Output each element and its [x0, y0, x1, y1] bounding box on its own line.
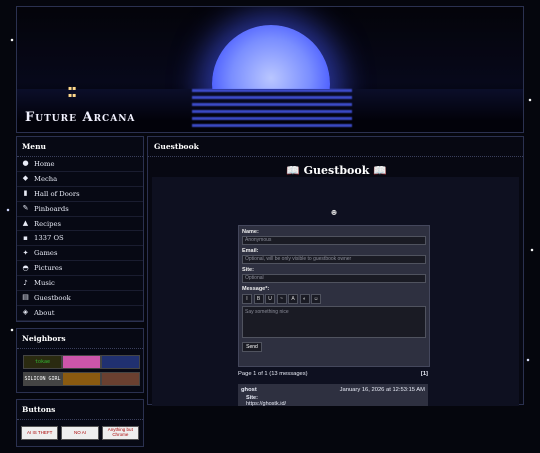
door-icon: ▮: [23, 189, 28, 198]
main-content: Guestbook 📖 Guestbook 📖 ☻ Name: Anonymou…: [147, 136, 524, 407]
menu-item-recipes[interactable]: ▲ Recipes: [17, 217, 143, 232]
button-badge[interactable]: Anything but Chrome: [101, 425, 139, 440]
button-badge[interactable]: NO AI: [61, 425, 99, 440]
guestbook-icon: ▤: [22, 293, 29, 302]
menu-item-games[interactable]: ✦ Games: [17, 246, 143, 262]
format-button[interactable]: U: [265, 294, 275, 304]
neighbor-badge[interactable]: [101, 371, 140, 386]
menu-item-label: Recipes: [34, 219, 61, 228]
menu-item-label: 1337 OS: [34, 234, 64, 243]
email-input[interactable]: Optional, will be only visible to guestb…: [242, 255, 426, 264]
home-icon: ●: [22, 159, 29, 168]
site-header: ▪▪ ▪▪ Future Arcana: [16, 6, 524, 133]
email-label: Email:: [242, 248, 259, 254]
mecha-icon: ◆: [22, 174, 29, 183]
format-button[interactable]: ☺: [311, 294, 321, 304]
menu-item-label: Hall of Doors: [34, 189, 80, 198]
menu-item-about[interactable]: ◈ About: [17, 306, 143, 321]
menu-item-1337-os[interactable]: ▪ 1337 OS: [17, 231, 143, 247]
music-icon: ♪: [23, 278, 28, 287]
menu-list: ● Home ◆ Mecha ▮ Hall of Doors ✎ Pinboards ▲ Reci…: [17, 157, 143, 321]
menu-item-guestbook[interactable]: ▤ Guestbook: [17, 291, 143, 306]
menu-item-label: Mecha: [34, 174, 58, 183]
format-toolbar: I B U ~ A ◐ ☺: [242, 294, 426, 304]
neighbor-badge[interactable]: [62, 371, 101, 386]
menu-item-mecha[interactable]: ◆ Mecha: [17, 172, 143, 187]
about-icon: ◈: [22, 308, 29, 317]
menu-title: Menu: [17, 137, 143, 157]
neighbor-badge[interactable]: tokae: [23, 354, 62, 369]
menu-item-label: About: [34, 308, 55, 317]
buttons-title: Buttons: [17, 400, 143, 420]
button-badge[interactable]: AI IS THEFT: [21, 425, 59, 440]
menu-item-home[interactable]: ● Home: [17, 157, 143, 172]
format-button[interactable]: ◐: [299, 294, 310, 304]
moon-reflection: [192, 89, 352, 129]
format-button[interactable]: B: [253, 294, 264, 304]
guestbook-entry: ghost January 16, 2026 at 12:53:15 AM Si…: [238, 384, 428, 407]
page-link[interactable]: [1]: [421, 371, 428, 377]
name-label: Name:: [242, 229, 259, 235]
guestbook-avatar-icon: ☻: [330, 209, 338, 217]
menu-item-music[interactable]: ♪ Music: [17, 276, 143, 292]
pagination-summary: Page 1 of 1 (13 messages): [238, 371, 308, 377]
site-label: Site:: [242, 267, 254, 273]
neighbors-box: Neighbors tokae SILICON GIRL: [16, 327, 144, 393]
pagination: Page 1 of 1 (13 messages) [1]: [238, 371, 428, 377]
menu-item-hall-of-doors[interactable]: ▮ Hall of Doors: [17, 187, 143, 202]
menu-box: Menu ● Home ◆ Mecha ▮ Hall of Doors ✎ Pinboards…: [16, 136, 144, 322]
ship-lights: ▪▪ ▪▪: [68, 85, 77, 99]
message-label: Message*:: [242, 286, 270, 292]
format-button[interactable]: I: [242, 294, 252, 304]
entry-site-link[interactable]: https://ghostk.id/: [246, 401, 286, 407]
neighbor-badge[interactable]: [101, 354, 140, 369]
page-frame: ▪▪ ▪▪ Future Arcana Menu ● Home ◆ Mecha ▮ Hall…: [16, 6, 524, 447]
buttons-box: Buttons AI IS THEFT NO AI Anything but Chr…: [16, 398, 144, 447]
neighbors-grid: tokae SILICON GIRL: [17, 349, 143, 392]
name-input[interactable]: Anonymous: [242, 236, 426, 245]
games-icon: ✦: [22, 248, 29, 257]
recipe-icon: ▲: [22, 219, 29, 227]
entry-author: ghost: [241, 387, 257, 393]
pictures-icon: ◓: [22, 263, 29, 272]
menu-item-label: Pictures: [34, 264, 63, 273]
pin-icon: ✎: [22, 204, 29, 213]
site-title[interactable]: Future Arcana: [25, 110, 135, 125]
neighbor-badge[interactable]: [62, 354, 101, 369]
menu-item-label: Home: [34, 159, 55, 168]
menu-item-label: Music: [34, 279, 55, 288]
main-box-title: Guestbook: [148, 137, 523, 157]
menu-item-label: Games: [34, 249, 58, 258]
menu-item-label: Guestbook: [34, 293, 71, 302]
format-button[interactable]: A: [288, 294, 298, 304]
menu-item-label: Pinboards: [34, 204, 69, 213]
format-button[interactable]: ~: [276, 294, 287, 304]
menu-item-pictures[interactable]: ◓ Pictures: [17, 261, 143, 277]
guestbook-form: Name: Anonymous Email: Optional, will be…: [238, 225, 430, 367]
buttons-row: AI IS THEFT NO AI Anything but Chrome: [17, 420, 143, 446]
menu-item-pinboards[interactable]: ✎ Pinboards: [17, 202, 143, 217]
sidebar: Menu ● Home ◆ Mecha ▮ Hall of Doors ✎ Pinboards…: [16, 136, 144, 453]
neighbors-title: Neighbors: [17, 329, 143, 349]
site-input[interactable]: Optional: [242, 274, 426, 283]
page-title: 📖 Guestbook 📖: [286, 164, 387, 177]
entry-date: January 16, 2026 at 12:53:15 AM: [339, 387, 425, 393]
send-button[interactable]: Send: [242, 342, 262, 352]
os-icon: ▪: [23, 233, 28, 242]
neighbor-badge[interactable]: SILICON GIRL: [23, 371, 62, 386]
message-textarea[interactable]: Say something nice: [242, 306, 426, 338]
